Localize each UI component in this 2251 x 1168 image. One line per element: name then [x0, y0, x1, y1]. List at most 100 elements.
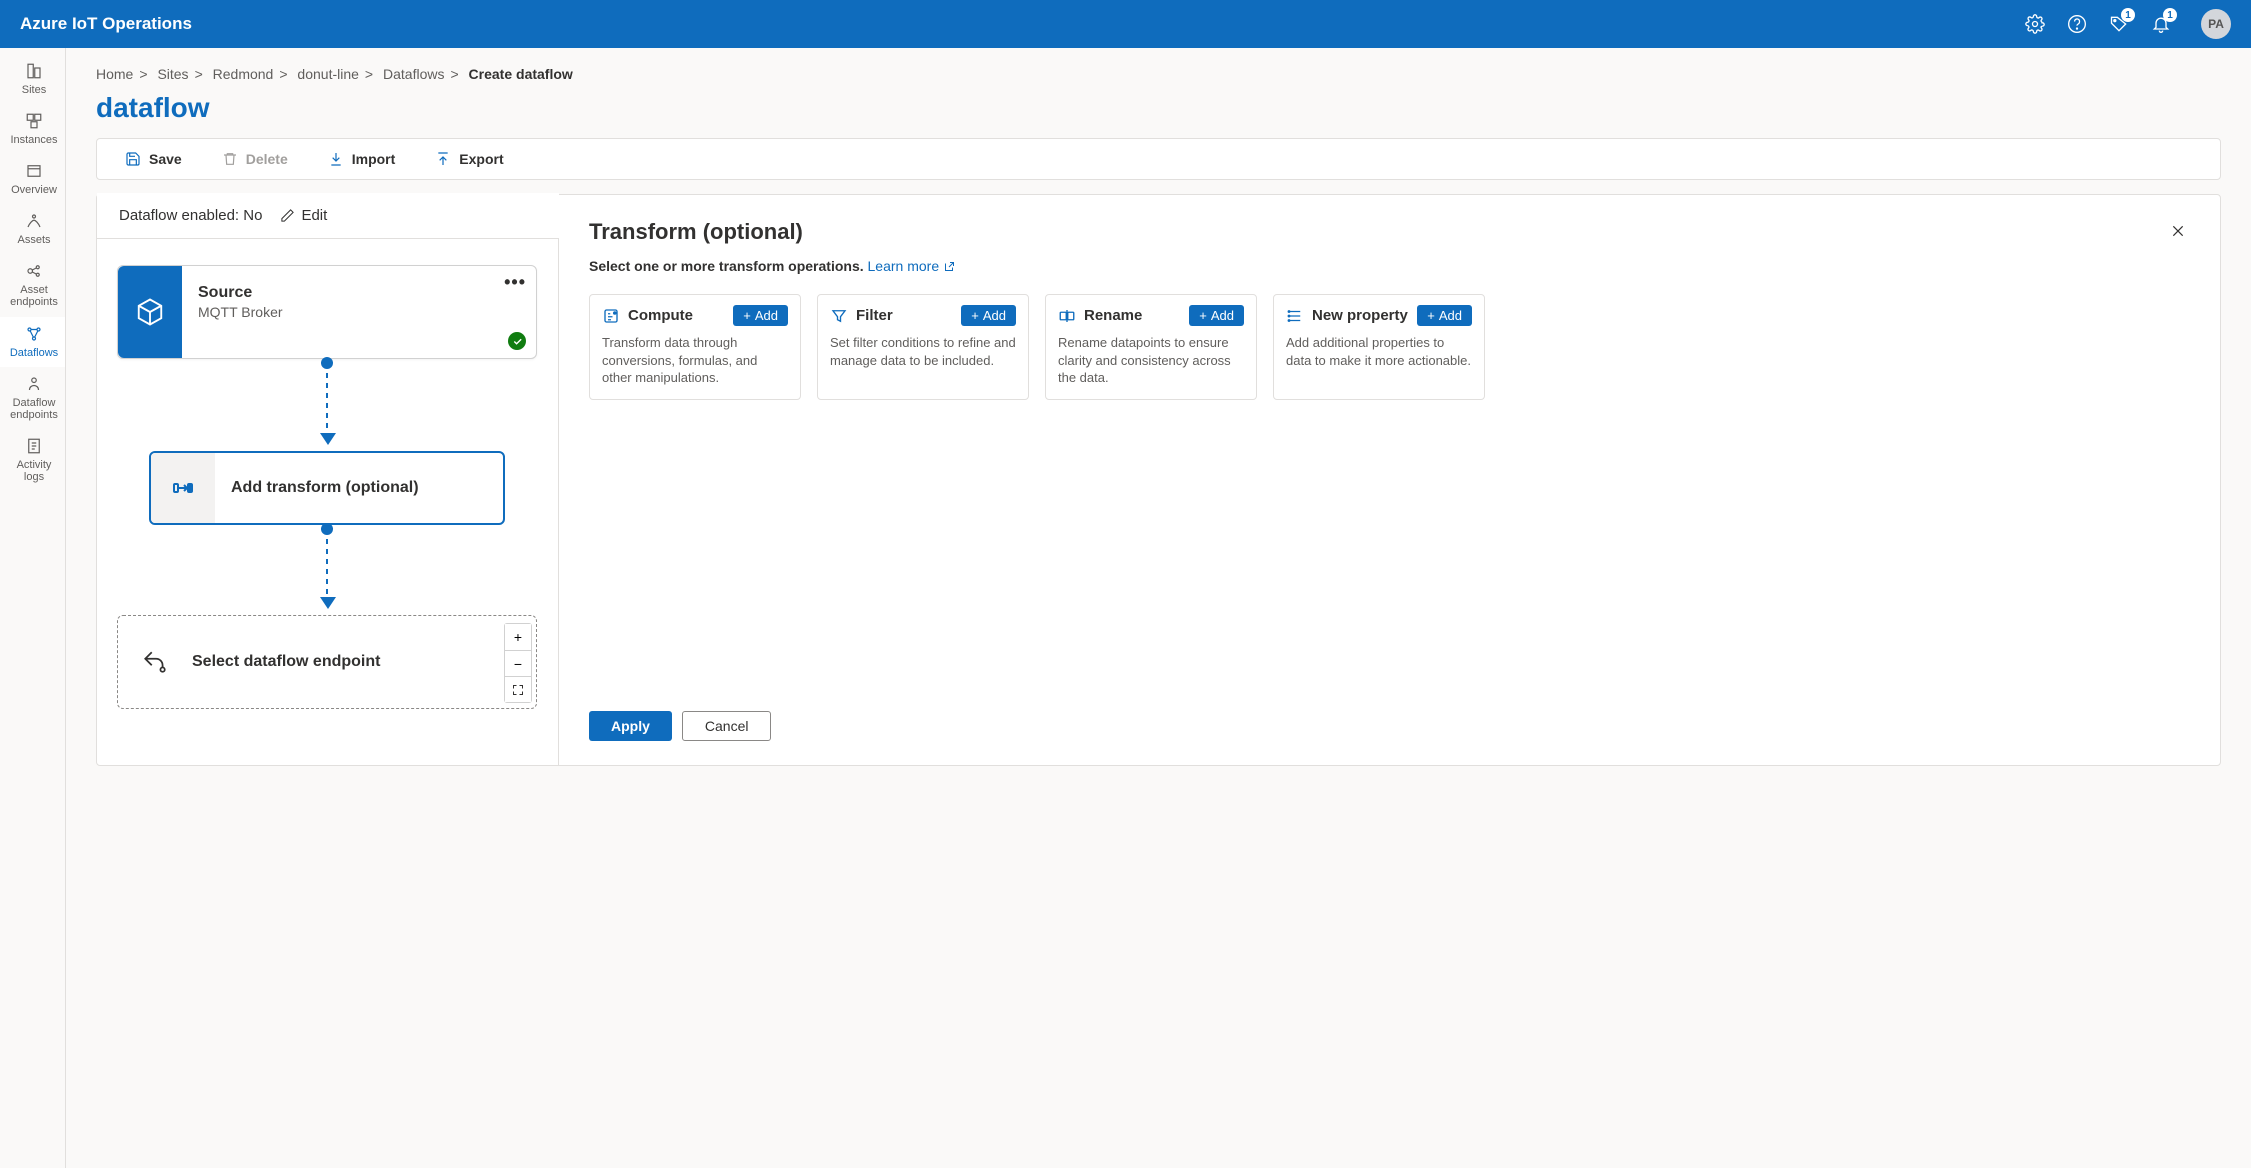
- save-icon: [125, 151, 141, 167]
- more-menu-icon[interactable]: •••: [504, 272, 526, 293]
- connector-line: [326, 363, 328, 433]
- card-title: Compute: [628, 307, 725, 324]
- page-title: dataflow: [96, 92, 2221, 124]
- plus-icon: +: [1199, 308, 1207, 323]
- source-subtitle: MQTT Broker: [198, 304, 520, 320]
- nav-overview[interactable]: Overview: [0, 154, 65, 204]
- nav-assets[interactable]: Assets: [0, 204, 65, 254]
- nav-label: Asset endpoints: [5, 284, 63, 308]
- badge-count: 1: [2163, 8, 2177, 22]
- card-desc: Rename datapoints to ensure clarity and …: [1058, 334, 1244, 387]
- nav-dataflow-endpoints[interactable]: Dataflow endpoints: [0, 367, 65, 429]
- breadcrumb-link[interactable]: Sites: [157, 66, 188, 82]
- transform-card-filter: Filter +Add Set filter conditions to ref…: [817, 294, 1029, 400]
- panel-header: Transform (optional): [589, 219, 2190, 248]
- bell-notifications-icon[interactable]: 1: [2151, 14, 2171, 34]
- dataflow-enabled-row: Dataflow enabled: No Edit: [97, 193, 559, 239]
- import-button[interactable]: Import: [328, 151, 396, 167]
- nav-label: Dataflows: [10, 347, 58, 359]
- header-icons: 1 1 PA: [2025, 9, 2231, 39]
- nav-label: Activity logs: [5, 459, 63, 483]
- enabled-label: Dataflow enabled: No: [119, 207, 262, 224]
- connector-arrow-icon: [320, 433, 336, 445]
- transform-icon: [171, 476, 195, 500]
- compute-icon: [602, 307, 620, 325]
- content-card: Dataflow enabled: No Edit ••• Source MQT…: [96, 194, 2221, 766]
- breadcrumb-link[interactable]: Redmond: [213, 66, 274, 82]
- fit-icon: [512, 684, 524, 696]
- panel-title: Transform (optional): [589, 219, 2166, 245]
- card-desc: Transform data through conversions, form…: [602, 334, 788, 387]
- dataflow-endpoints-icon: [25, 375, 43, 393]
- connector-line: [326, 529, 328, 597]
- add-new-property-button[interactable]: +Add: [1417, 305, 1472, 326]
- save-button[interactable]: Save: [125, 151, 182, 167]
- save-label: Save: [149, 151, 182, 167]
- add-rename-button[interactable]: +Add: [1189, 305, 1244, 326]
- transform-icon-box: [151, 453, 215, 523]
- cancel-button[interactable]: Cancel: [682, 711, 772, 741]
- filter-icon: [830, 307, 848, 325]
- assets-icon: [25, 212, 43, 230]
- export-label: Export: [459, 151, 503, 167]
- zoom-out-button[interactable]: −: [505, 650, 531, 676]
- panel-actions: Apply Cancel: [589, 681, 2190, 741]
- nav-asset-endpoints[interactable]: Asset endpoints: [0, 254, 65, 316]
- help-icon[interactable]: [2067, 14, 2087, 34]
- learn-more-link[interactable]: Learn more: [868, 258, 955, 274]
- badge-count: 1: [2121, 8, 2135, 22]
- source-title: Source: [198, 284, 520, 302]
- card-desc: Add additional properties to data to mak…: [1286, 334, 1472, 369]
- breadcrumb-current: Create dataflow: [469, 66, 573, 82]
- nav-activity-logs[interactable]: Activity logs: [0, 429, 65, 491]
- transform-cards: Compute +Add Transform data through conv…: [589, 294, 2190, 400]
- import-icon: [328, 151, 344, 167]
- breadcrumb-link[interactable]: Dataflows: [383, 66, 444, 82]
- user-avatar[interactable]: PA: [2201, 9, 2231, 39]
- export-icon: [435, 151, 451, 167]
- nav-instances[interactable]: Instances: [0, 104, 65, 154]
- breadcrumb-link[interactable]: donut-line: [297, 66, 359, 82]
- add-compute-button[interactable]: +Add: [733, 305, 788, 326]
- delete-icon: [222, 151, 238, 167]
- nav-dataflows[interactable]: Dataflows: [0, 317, 65, 367]
- apply-button[interactable]: Apply: [589, 711, 672, 741]
- nav-label: Dataflow endpoints: [5, 397, 63, 421]
- connector-arrow-icon: [320, 597, 336, 609]
- transform-card-compute: Compute +Add Transform data through conv…: [589, 294, 801, 400]
- endpoint-title: Select dataflow endpoint: [192, 653, 380, 671]
- zoom-controls: + −: [504, 623, 532, 703]
- settings-icon[interactable]: [2025, 14, 2045, 34]
- zoom-in-button[interactable]: +: [505, 624, 531, 650]
- import-label: Import: [352, 151, 396, 167]
- edit-button[interactable]: Edit: [280, 207, 327, 224]
- source-node[interactable]: ••• Source MQTT Broker: [117, 265, 537, 359]
- tag-notifications-icon[interactable]: 1: [2109, 14, 2129, 34]
- nav-label: Instances: [10, 134, 57, 146]
- zoom-fit-button[interactable]: [505, 676, 531, 702]
- endpoint-node[interactable]: Select dataflow endpoint: [117, 615, 537, 709]
- close-button[interactable]: [2166, 219, 2190, 248]
- nav-label: Assets: [17, 234, 50, 246]
- edit-label: Edit: [301, 207, 327, 224]
- external-link-icon: [943, 261, 955, 273]
- rename-icon: [1058, 307, 1076, 325]
- check-icon: [508, 332, 526, 350]
- brand-title: Azure IoT Operations: [20, 14, 2025, 34]
- delete-label: Delete: [246, 151, 288, 167]
- breadcrumb-link[interactable]: Home: [96, 66, 133, 82]
- sites-icon: [25, 62, 43, 80]
- toolbar: Save Delete Import Export: [96, 138, 2221, 180]
- transform-node[interactable]: Add transform (optional): [149, 451, 505, 525]
- overview-icon: [25, 162, 43, 180]
- plus-icon: +: [971, 308, 979, 323]
- export-button[interactable]: Export: [435, 151, 503, 167]
- delete-button: Delete: [222, 151, 288, 167]
- card-title: Rename: [1084, 307, 1181, 324]
- panel-subtitle: Select one or more transform operations.…: [589, 258, 2190, 274]
- add-filter-button[interactable]: +Add: [961, 305, 1016, 326]
- nav-sites[interactable]: Sites: [0, 54, 65, 104]
- close-icon: [2170, 223, 2186, 239]
- plus-icon: +: [743, 308, 751, 323]
- activity-logs-icon: [25, 437, 43, 455]
